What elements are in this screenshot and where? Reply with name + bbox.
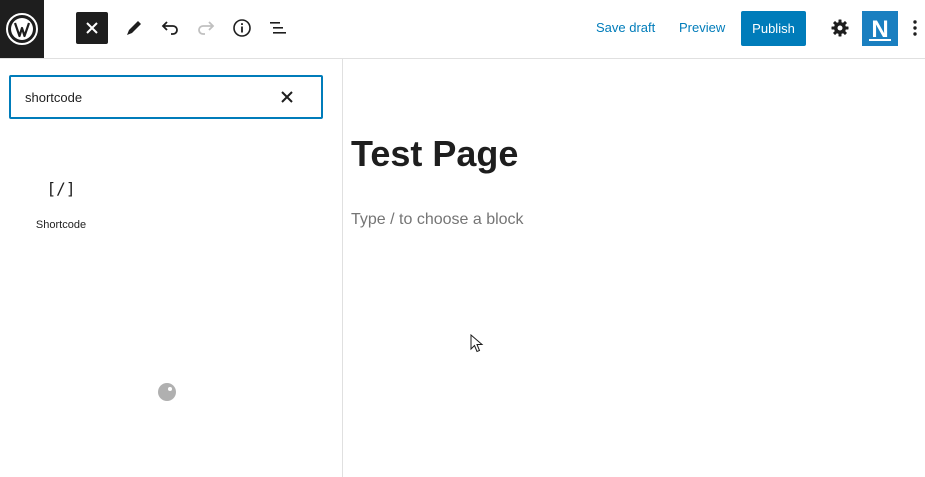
block-search-input[interactable]: [25, 87, 265, 107]
redo-button[interactable]: [190, 12, 222, 44]
info-icon: [233, 19, 251, 37]
close-icon: [281, 91, 293, 103]
gear-icon: [831, 19, 849, 37]
settings-button[interactable]: [824, 12, 856, 44]
pencil-icon: [127, 21, 141, 35]
clear-search-button[interactable]: [279, 89, 295, 105]
close-icon: [86, 22, 98, 34]
n-logo-icon: N: [869, 16, 891, 42]
loading-spinner-icon: [158, 383, 176, 401]
page-title[interactable]: Test Page: [351, 133, 518, 175]
undo-icon: [161, 21, 178, 35]
block-search: [9, 75, 323, 119]
preview-button[interactable]: Preview: [679, 18, 725, 38]
redo-icon: [198, 21, 215, 35]
mouse-cursor-icon: [470, 334, 484, 353]
default-block-appender[interactable]: Type / to choose a block: [351, 211, 524, 229]
plugin-logo-button[interactable]: N: [862, 11, 898, 46]
block-inserter-panel: [/] Shortcode: [0, 59, 343, 477]
undo-button[interactable]: [154, 12, 186, 44]
list-view-icon: [270, 22, 286, 34]
editor-header: Save draft Preview Publish N: [0, 0, 925, 59]
logo-letter: N: [871, 16, 888, 42]
block-result-shortcode[interactable]: [/] Shortcode: [22, 171, 100, 241]
close-inserter-button[interactable]: [76, 12, 108, 44]
tools-button[interactable]: [118, 12, 150, 44]
details-button[interactable]: [226, 12, 258, 44]
more-options-button[interactable]: [900, 12, 925, 44]
vertical-ellipsis-icon: [913, 20, 917, 36]
publish-button[interactable]: Publish: [741, 11, 806, 46]
save-draft-button[interactable]: Save draft: [596, 18, 655, 38]
block-result-label: Shortcode: [35, 219, 87, 231]
wordpress-logo-button[interactable]: [0, 0, 44, 58]
shortcode-icon: [/]: [46, 179, 76, 198]
editor-canvas: Test Page Type / to choose a block: [343, 59, 925, 477]
wordpress-logo-icon: [6, 13, 38, 45]
list-view-button[interactable]: [262, 12, 294, 44]
